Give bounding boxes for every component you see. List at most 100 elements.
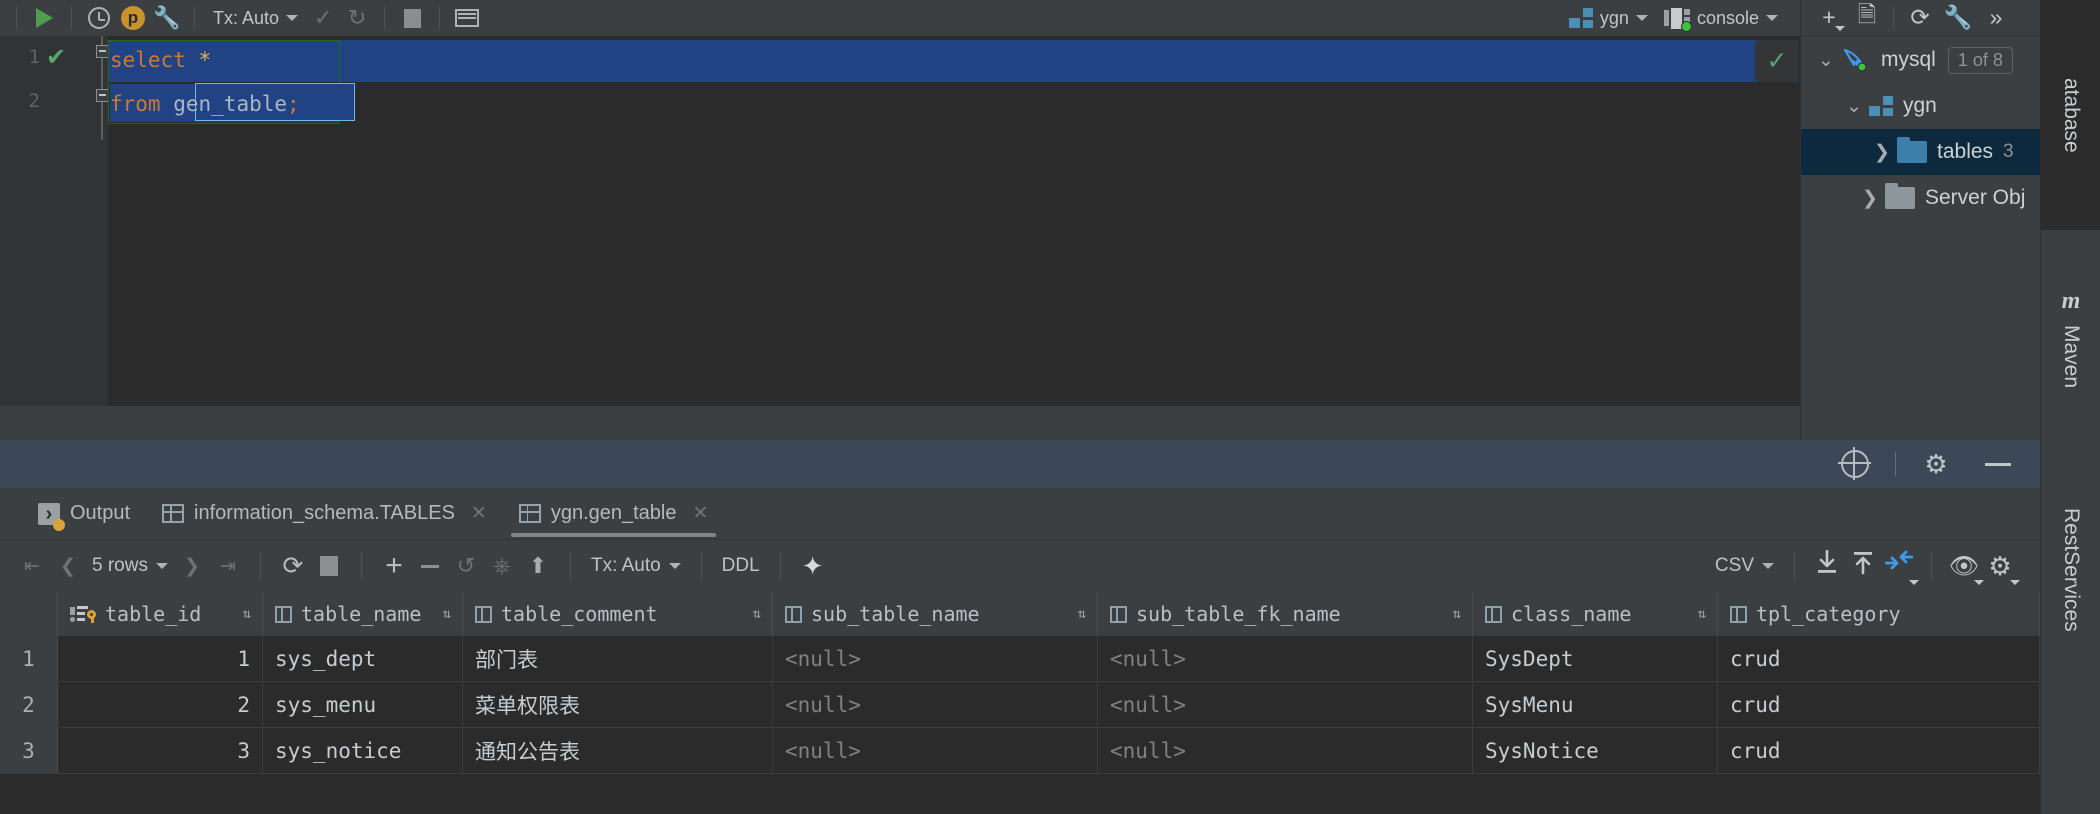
column-header-table-id[interactable]: table_id ⇅ xyxy=(58,592,263,636)
table-row[interactable]: 3 3 sys_notice 通知公告表 <null> <null> SysNo… xyxy=(0,728,2040,774)
tree-node-mysql[interactable]: ⌄ mysql 1 of 8 xyxy=(1801,37,2041,83)
datasource-selector[interactable]: ygn xyxy=(1561,8,1656,29)
statement-ok-check-icon[interactable]: ✔ xyxy=(46,43,66,72)
cell-table-comment[interactable]: 菜单权限表 xyxy=(463,682,773,727)
revert-selected-button[interactable]: ⎈ xyxy=(484,546,520,586)
cell-sub-table-name[interactable]: <null> xyxy=(773,682,1098,727)
column-header-class-name[interactable]: class_name ⇅ xyxy=(1473,592,1718,636)
first-page-button[interactable]: ⇤ xyxy=(14,546,50,586)
submit-button[interactable]: ⬆ xyxy=(520,546,556,586)
cell-table-name[interactable]: sys_notice xyxy=(263,728,463,773)
row-number[interactable]: 1 xyxy=(0,636,58,681)
cell-tpl-category[interactable]: crud xyxy=(1718,682,2040,727)
run-statement-button[interactable]: ✓ xyxy=(1755,40,1799,82)
view-options-button[interactable]: 👁 xyxy=(1946,546,1984,586)
code-line-2[interactable]: from gen_table; xyxy=(110,92,300,116)
row-count-selector[interactable]: 5 rows xyxy=(86,555,174,577)
cell-class-name[interactable]: SysDept xyxy=(1473,636,1718,681)
more-actions-button[interactable]: » xyxy=(1978,3,2014,33)
chevron-right-icon[interactable]: ❯ xyxy=(1855,187,1885,210)
sort-toggle-icon[interactable]: ⇅ xyxy=(1453,606,1462,622)
delete-row-button[interactable] xyxy=(412,546,448,586)
locate-data-source-button[interactable] xyxy=(1837,444,1873,484)
close-icon[interactable]: ✕ xyxy=(693,502,709,525)
code-area[interactable]: 1 2 ✔ select * from gen_table; ✓ xyxy=(0,36,1800,406)
session-selector[interactable]: console xyxy=(1656,7,1786,32)
add-row-button[interactable]: + xyxy=(376,546,412,586)
cell-table-name[interactable]: sys_dept xyxy=(263,636,463,681)
history-button[interactable] xyxy=(82,3,116,33)
sort-toggle-icon[interactable]: ⇅ xyxy=(753,606,762,622)
grid-settings-button[interactable]: ⚙ xyxy=(1982,546,2020,586)
tree-node-server-objects[interactable]: ❯ Server Obj xyxy=(1801,175,2041,221)
cell-sub-table-fk-name[interactable]: <null> xyxy=(1098,682,1473,727)
open-grid-button[interactable] xyxy=(450,3,484,33)
cell-table-name[interactable]: sys_menu xyxy=(263,682,463,727)
column-header-table-name[interactable]: table_name ⇅ xyxy=(263,592,463,636)
stripe-tab-database[interactable]: atabase xyxy=(2041,0,2100,230)
sort-toggle-icon[interactable]: ⇅ xyxy=(1698,606,1707,622)
tree-node-ygn[interactable]: ⌄ ygn xyxy=(1801,83,2041,129)
last-page-button[interactable]: ⇥ xyxy=(210,546,246,586)
cell-sub-table-fk-name[interactable]: <null> xyxy=(1098,636,1473,681)
table-row[interactable]: 2 2 sys_menu 菜单权限表 <null> <null> SysMenu… xyxy=(0,682,2040,728)
rollback-button[interactable]: ↻ xyxy=(340,3,374,33)
cell-table-id[interactable]: 3 xyxy=(58,728,263,773)
datasource-properties-button[interactable]: 🔧 xyxy=(1940,3,1976,33)
refresh-button[interactable]: ⟳ xyxy=(1902,3,1938,33)
sort-toggle-icon[interactable]: ⇅ xyxy=(443,606,452,622)
column-header-tpl-category[interactable]: tpl_category xyxy=(1718,592,2040,636)
close-icon[interactable]: ✕ xyxy=(471,502,487,525)
cell-tpl-category[interactable]: crud xyxy=(1718,728,2040,773)
import-from-file-button[interactable] xyxy=(1845,546,1881,586)
commit-button[interactable]: ✓ xyxy=(306,3,340,33)
export-to-file-button[interactable] xyxy=(1809,546,1845,586)
next-page-button[interactable]: ❯ xyxy=(174,546,210,586)
sort-toggle-icon[interactable]: ⇅ xyxy=(1078,606,1087,622)
tab-information-schema-tables[interactable]: information_schema.TABLES ✕ xyxy=(146,488,503,540)
cell-table-id[interactable]: 2 xyxy=(58,682,263,727)
cell-sub-table-name[interactable]: <null> xyxy=(773,728,1098,773)
cell-class-name[interactable]: SysMenu xyxy=(1473,682,1718,727)
tab-output[interactable]: Output xyxy=(22,488,146,540)
pin-tab-button[interactable]: ✦ xyxy=(795,546,831,586)
row-number[interactable]: 3 xyxy=(0,728,58,773)
chevron-down-icon[interactable]: ⌄ xyxy=(1839,95,1869,118)
stripe-tab-maven[interactable]: m Maven xyxy=(2041,238,2100,438)
parameters-button[interactable]: p xyxy=(116,3,150,33)
prev-page-button[interactable]: ❮ xyxy=(50,546,86,586)
panel-settings-button[interactable]: ⚙ xyxy=(1918,444,1954,484)
column-header-sub-table-fk-name[interactable]: sub_table_fk_name ⇅ xyxy=(1098,592,1473,636)
stop-button[interactable] xyxy=(395,3,429,33)
console-settings-button[interactable]: 🔧 xyxy=(150,3,184,33)
cell-tpl-category[interactable]: crud xyxy=(1718,636,2040,681)
properties-button[interactable]: 🗎 xyxy=(1849,1,1885,33)
row-number[interactable]: 2 xyxy=(0,682,58,727)
cell-table-id[interactable]: 1 xyxy=(58,636,263,681)
chevron-right-icon[interactable]: ❯ xyxy=(1867,141,1897,164)
cell-class-name[interactable]: SysNotice xyxy=(1473,728,1718,773)
hide-panel-button[interactable] xyxy=(1980,444,2016,484)
output-format-selector[interactable]: CSV xyxy=(1709,555,1780,577)
tab-ygn-gen-table[interactable]: ygn.gen_table ✕ xyxy=(503,488,725,540)
stripe-tab-rest-services[interactable]: RestServices xyxy=(2041,440,2100,700)
cell-sub-table-name[interactable]: <null> xyxy=(773,636,1098,681)
reload-page-button[interactable]: ⟳ xyxy=(275,546,311,586)
schema-count-badge[interactable]: 1 of 8 xyxy=(1947,46,2013,74)
code-line-1[interactable]: select * xyxy=(110,48,211,72)
tx-mode-selector[interactable]: Tx: Auto xyxy=(205,8,306,29)
column-header-sub-table-name[interactable]: sub_table_name ⇅ xyxy=(773,592,1098,636)
grid-tx-selector[interactable]: Tx: Auto xyxy=(585,555,687,577)
run-button[interactable] xyxy=(27,3,61,33)
result-grid[interactable]: table_id ⇅ table_name ⇅ table_comment ⇅ … xyxy=(0,592,2040,814)
revert-changes-button[interactable]: ↺ xyxy=(448,546,484,586)
cell-table-comment[interactable]: 部门表 xyxy=(463,636,773,681)
database-tree[interactable]: ⌄ mysql 1 of 8 ⌄ ygn ❯ tables 3 ❯ Server… xyxy=(1801,37,2041,440)
cell-sub-table-fk-name[interactable]: <null> xyxy=(1098,728,1473,773)
table-row[interactable]: 1 1 sys_dept 部门表 <null> <null> SysDept c… xyxy=(0,636,2040,682)
chevron-down-icon[interactable]: ⌄ xyxy=(1811,49,1841,72)
cancel-query-button[interactable] xyxy=(311,546,347,586)
ddl-button[interactable]: DDL xyxy=(716,555,766,577)
compare-with-button[interactable] xyxy=(1881,546,1919,586)
sort-toggle-icon[interactable]: ⇅ xyxy=(243,606,252,622)
